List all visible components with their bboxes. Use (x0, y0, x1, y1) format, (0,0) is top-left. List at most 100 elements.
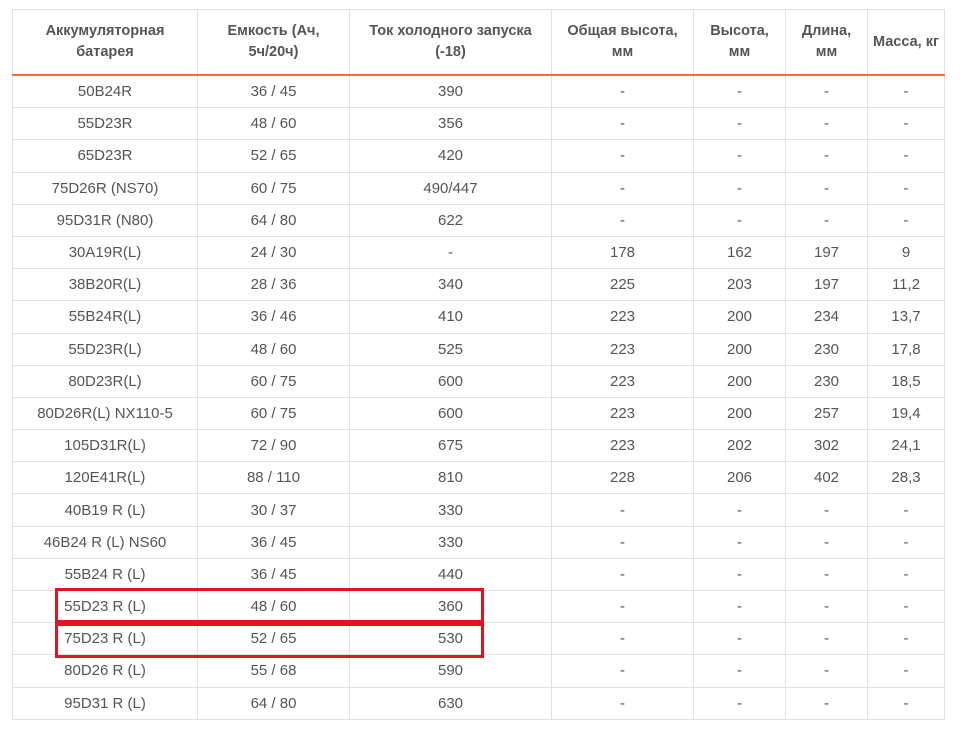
table-row: 40B19 R (L) 30 / 37 330- - - - (12, 493, 945, 527)
cell-mass: - (867, 203, 945, 237)
header-total-height: Общая высота, мм (551, 9, 694, 76)
cell-cold-cranking: 330 (349, 493, 552, 527)
cell-height: - (693, 589, 786, 624)
cell-height: - (693, 525, 786, 559)
cell-cold-cranking: 440 (349, 557, 552, 592)
cell-height: - (693, 74, 786, 109)
cell-length: 302 (785, 429, 868, 463)
cell-capacity: 36 / 45 (197, 74, 350, 109)
table-row: 95D31R (N80) 64 / 80 622- - - - (12, 203, 945, 237)
cell-battery: 38B20R(L) (12, 268, 198, 302)
table-row: 46B24 R (L) NS60 36 / 45 330- - - - (12, 525, 945, 559)
cell-battery: 80D26 R (L) (12, 654, 198, 688)
cell-capacity: 36 / 45 (197, 525, 350, 559)
cell-height: 202 (693, 429, 786, 463)
battery-spec-page: Аккумуляторная батарея Емкость (Ач, 5ч/2… (12, 9, 945, 720)
cell-capacity: 36 / 45 (197, 557, 350, 592)
header-mass: Масса, кг (867, 9, 945, 76)
table-row: 55D23R(L) 48 / 60 525 223 200 230 17,8 (12, 332, 945, 366)
cell-cold-cranking: 600 (349, 396, 552, 431)
cell-length: - (785, 171, 868, 205)
cell-height: - (693, 654, 786, 688)
cell-cold-cranking: 390 (349, 74, 552, 109)
cell-battery: 105D31R(L) (12, 429, 198, 463)
cell-battery: 40B19 R (L) (12, 493, 198, 527)
header-battery: Аккумуляторная батарея (12, 9, 198, 76)
cell-length: - (785, 107, 868, 141)
header-cold-cranking: Ток холодного запуска (-18) (349, 9, 552, 76)
cell-height: - (693, 557, 786, 592)
cell-cold-cranking: 590 (349, 654, 552, 688)
cell-length: 197 (785, 235, 868, 270)
cell-length: - (785, 139, 868, 173)
table-row: 80D26R(L) NX110-5 60 / 75 600 223 200 257 19,4 (12, 396, 945, 431)
header-capacity: Емкость (Ач, 5ч/20ч) (197, 9, 350, 76)
cell-mass: - (867, 171, 945, 205)
table-body: 50B24R 36 / 45 390- - - -55D23R 48 / 60 356- - - -… (12, 74, 945, 720)
cell-mass: - (867, 493, 945, 527)
cell-length: - (785, 74, 868, 109)
cell-height: - (693, 203, 786, 237)
cell-mass: 13,7 (867, 300, 945, 334)
cell-capacity: 48 / 60 (197, 107, 350, 141)
cell-height: - (693, 171, 786, 205)
cell-battery: 55D23R (12, 107, 198, 141)
cell-total-height: - (551, 686, 694, 720)
table-row: 55B24R(L) 36 / 46 410 223 200 234 13,7 (12, 300, 945, 334)
cell-total-height: 223 (551, 429, 694, 463)
cell-mass: - (867, 525, 945, 559)
cell-battery: 75D26R (NS70) (12, 171, 198, 205)
cell-total-height: - (551, 171, 694, 205)
cell-cold-cranking: 675 (349, 429, 552, 463)
cell-total-height: - (551, 139, 694, 173)
cell-length: 402 (785, 461, 868, 495)
cell-total-height: - (551, 203, 694, 237)
cell-capacity: 24 / 30 (197, 235, 350, 270)
cell-cold-cranking: - (349, 235, 552, 270)
cell-mass: - (867, 139, 945, 173)
cell-height: 200 (693, 300, 786, 334)
cell-capacity: 64 / 80 (197, 686, 350, 720)
cell-total-height: - (551, 493, 694, 527)
table-row: 38B20R(L) 28 / 36 340 225 203 197 11,2 (12, 268, 945, 302)
table-row: 105D31R(L) 72 / 90 675 223 202 302 24,1 (12, 429, 945, 463)
cell-battery: 95D31 R (L) (12, 686, 198, 720)
table-header-row: Аккумуляторная батарея Емкость (Ач, 5ч/2… (12, 9, 945, 76)
cell-mass: 19,4 (867, 396, 945, 431)
cell-length: 234 (785, 300, 868, 334)
cell-length: 230 (785, 364, 868, 398)
cell-length: - (785, 589, 868, 624)
header-length: Длина, мм (785, 9, 868, 76)
cell-length: - (785, 622, 868, 656)
cell-total-height: - (551, 589, 694, 624)
cell-mass: 11,2 (867, 268, 945, 302)
cell-length: - (785, 203, 868, 237)
cell-total-height: - (551, 654, 694, 688)
cell-battery: 80D26R(L) NX110-5 (12, 396, 198, 431)
cell-capacity: 52 / 65 (197, 622, 350, 656)
cell-height: - (693, 686, 786, 720)
cell-mass: 18,5 (867, 364, 945, 398)
cell-length: 197 (785, 268, 868, 302)
table-row: 55B24 R (L) 36 / 45 440- - - - (12, 557, 945, 592)
cell-total-height: 178 (551, 235, 694, 270)
cell-cold-cranking: 340 (349, 268, 552, 302)
cell-capacity: 52 / 65 (197, 139, 350, 173)
cell-height: - (693, 493, 786, 527)
cell-battery: 75D23 R (L) (12, 622, 198, 656)
cell-capacity: 88 / 110 (197, 461, 350, 495)
cell-cold-cranking: 530 (349, 622, 552, 656)
cell-height: - (693, 622, 786, 656)
cell-total-height: - (551, 107, 694, 141)
cell-total-height: 225 (551, 268, 694, 302)
cell-cold-cranking: 810 (349, 461, 552, 495)
cell-height: 200 (693, 364, 786, 398)
cell-battery: 65D23R (12, 139, 198, 173)
cell-battery: 55B24R(L) (12, 300, 198, 334)
cell-capacity: 28 / 36 (197, 268, 350, 302)
cell-total-height: 223 (551, 364, 694, 398)
cell-cold-cranking: 410 (349, 300, 552, 334)
cell-height: 203 (693, 268, 786, 302)
table-row: 50B24R 36 / 45 390- - - - (12, 74, 945, 109)
cell-height: 200 (693, 396, 786, 431)
